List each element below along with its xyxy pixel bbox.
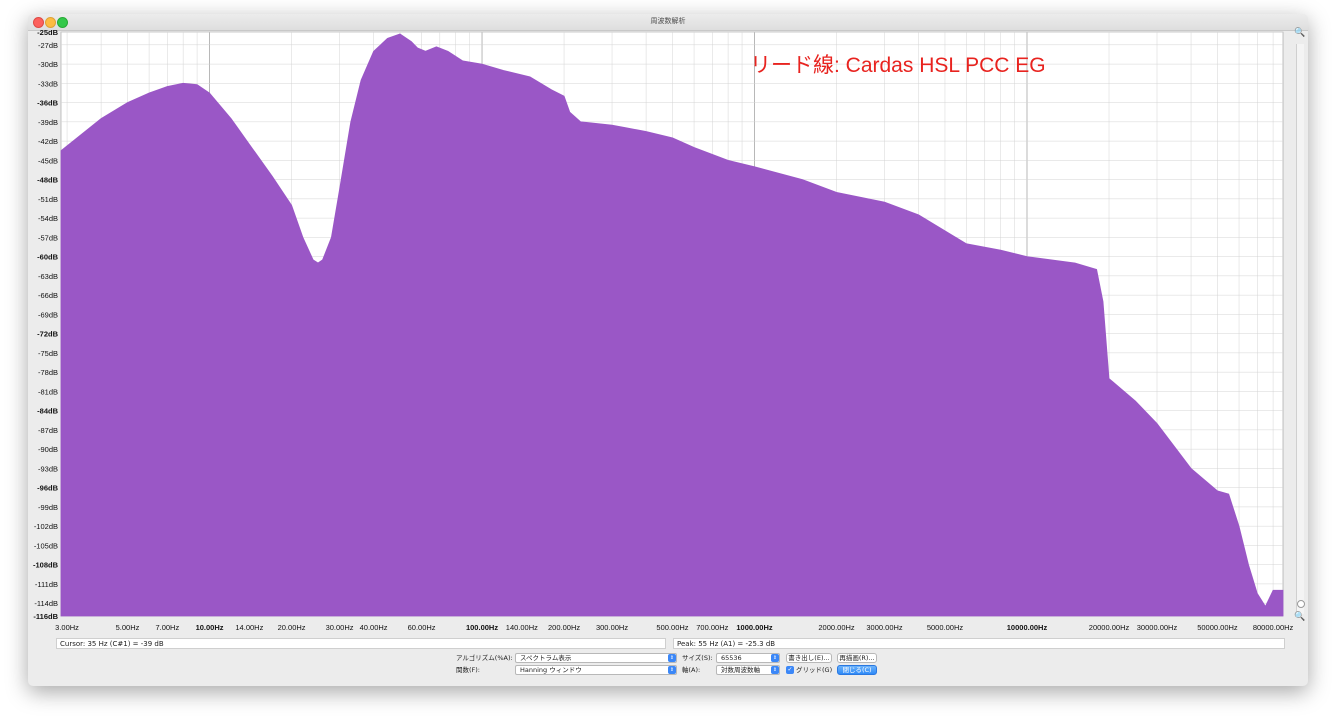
export-button[interactable]: 書き出し(E)...: [786, 653, 832, 663]
x-tick-label: 10.00Hz: [196, 623, 224, 632]
y-tick-label: -33dB: [38, 79, 58, 88]
y-tick-label: -69dB: [38, 310, 58, 319]
y-tick-label: -90dB: [38, 445, 58, 454]
grid-checkbox-label: グリッド(G): [796, 666, 833, 674]
y-tick-label: -75dB: [38, 349, 58, 358]
window-title: 周波数解析: [650, 17, 686, 25]
x-tick-label: 300.00Hz: [596, 623, 628, 632]
x-axis: 3.00Hz 5.00Hz 7.00Hz 10.00Hz 14.00Hz 20.00Hz 3…: [55, 623, 1293, 632]
x-tick-label: 700.00Hz: [696, 623, 728, 632]
y-tick-label: -114dB: [34, 599, 58, 608]
x-tick-label: 30000.00Hz: [1137, 623, 1178, 632]
x-tick-label: 500.00Hz: [656, 623, 688, 632]
y-tick-label: -27dB: [38, 41, 58, 50]
x-tick-label: 5.00Hz: [116, 623, 140, 632]
x-tick-label: 3.00Hz: [55, 623, 79, 632]
y-tick-label: -54dB: [38, 214, 58, 223]
peak-readout: Peak: 55 Hz (A1) = -25.3 dB: [673, 638, 1285, 649]
x-tick-label: 80000.00Hz: [1253, 623, 1294, 632]
x-tick-label: 1000.00Hz: [736, 623, 773, 632]
chevron-updown-icon: ⇕: [771, 666, 779, 674]
y-tick-label: -84dB: [37, 407, 58, 416]
chevron-updown-icon: ⇕: [668, 654, 676, 662]
algorithm-select[interactable]: スペクトラム表示 ⇕: [515, 653, 677, 663]
algorithm-label: アルゴリズム(%A):: [456, 654, 513, 662]
y-axis: -25dB -27dB -30dB -33dB -36dB -39dB -42dB -45dB…: [33, 30, 59, 621]
x-tick-label: 5000.00Hz: [927, 623, 964, 632]
function-value: Hanning ウィンドウ: [520, 666, 582, 674]
title-bar: 周波数解析: [28, 14, 1308, 31]
y-tick-label: -78dB: [38, 368, 58, 377]
x-tick-label: 10000.00Hz: [1007, 623, 1048, 632]
replot-button[interactable]: 再描画(R)...: [837, 653, 877, 663]
overlay-label: リード線: Cardas HSL PCC EG: [750, 54, 1046, 77]
x-tick-label: 60.00Hz: [408, 623, 436, 632]
y-tick-label: -99dB: [38, 503, 58, 512]
y-tick-label: -51dB: [38, 195, 58, 204]
y-tick-label: -39dB: [38, 118, 58, 127]
axis-value: 対数周波数軸: [721, 666, 760, 674]
x-tick-label: 200.00Hz: [548, 623, 580, 632]
y-tick-label: -45dB: [38, 156, 58, 165]
y-tick-label: -30dB: [38, 60, 58, 69]
x-tick-label: 7.00Hz: [155, 623, 179, 632]
y-tick-label: -81dB: [38, 387, 58, 396]
y-tick-label: -48dB: [37, 176, 58, 185]
y-tick-label: -105dB: [34, 541, 58, 550]
y-tick-label: -57dB: [38, 233, 58, 242]
x-tick-label: 14.00Hz: [235, 623, 263, 632]
cursor-readout: Cursor: 35 Hz (C#1) = -39 dB: [56, 638, 666, 649]
chevron-updown-icon: ⇕: [771, 654, 779, 662]
function-select[interactable]: Hanning ウィンドウ ⇕: [515, 665, 677, 675]
axis-select[interactable]: 対数周波数軸 ⇕: [716, 665, 780, 675]
y-tick-label: -25dB: [37, 30, 58, 37]
x-tick-label: 140.00Hz: [506, 623, 538, 632]
chevron-updown-icon: ⇕: [668, 666, 676, 674]
y-tick-label: -93dB: [38, 464, 58, 473]
y-tick-label: -42dB: [38, 137, 58, 146]
y-tick-label: -108dB: [33, 561, 59, 570]
y-tick-label: -116dB: [33, 612, 58, 621]
y-tick-label: -111dB: [35, 580, 58, 589]
y-tick-label: -63dB: [38, 272, 58, 281]
axis-label: 軸(A):: [682, 666, 701, 674]
y-tick-label: -66dB: [38, 291, 58, 300]
algorithm-value: スペクトラム表示: [520, 654, 572, 662]
x-tick-label: 40.00Hz: [360, 623, 388, 632]
y-tick-label: -87dB: [38, 426, 58, 435]
x-tick-label: 100.00Hz: [466, 623, 498, 632]
frequency-analysis-window: 周波数解析 -25dB -27dB -30dB -33dB -36dB -39dB -42d…: [28, 14, 1308, 686]
zoom-out-icon[interactable]: 🔍: [1294, 612, 1305, 622]
x-tick-label: 2000.00Hz: [818, 623, 855, 632]
y-tick-label: -72dB: [37, 330, 58, 339]
scroll-thumb[interactable]: [1297, 600, 1305, 608]
zoom-in-icon[interactable]: 🔍: [1294, 28, 1305, 38]
x-tick-label: 50000.00Hz: [1197, 623, 1238, 632]
x-tick-label: 3000.00Hz: [866, 623, 903, 632]
size-value: 65536: [721, 654, 742, 662]
vertical-scrollbar[interactable]: [1296, 44, 1304, 614]
y-tick-label: -60dB: [37, 253, 58, 262]
size-label: サイズ(S):: [682, 654, 713, 662]
spectrum-plot[interactable]: -25dB -27dB -30dB -33dB -36dB -39dB -42dB -45dB…: [28, 30, 1308, 650]
size-select[interactable]: 65536 ⇕: [716, 653, 780, 663]
x-tick-label: 30.00Hz: [326, 623, 354, 632]
y-tick-label: -102dB: [34, 522, 58, 531]
x-tick-label: 20000.00Hz: [1089, 623, 1130, 632]
function-label: 関数(F):: [456, 666, 481, 674]
close-button[interactable]: 閉じる(C): [837, 665, 877, 675]
y-tick-label: -96dB: [37, 484, 58, 493]
grid-checkbox[interactable]: ✓: [786, 666, 794, 674]
x-tick-label: 20.00Hz: [278, 623, 306, 632]
y-tick-label: -36dB: [37, 99, 58, 108]
